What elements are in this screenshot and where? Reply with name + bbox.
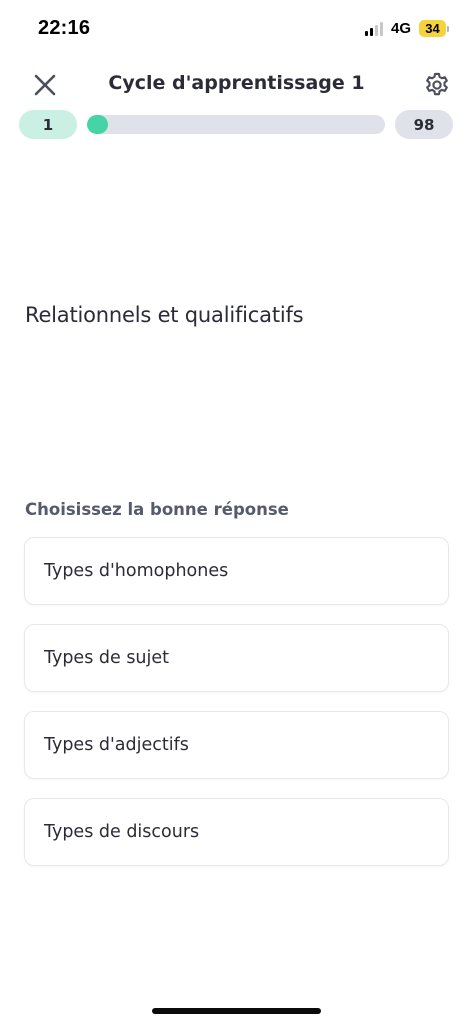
- question-instruction: Choisissez la bonne réponse: [25, 500, 289, 519]
- answer-option[interactable]: Types de discours: [24, 798, 449, 866]
- signal-strength-icon: [364, 21, 383, 36]
- header: Cycle d'apprentissage 1: [0, 62, 473, 106]
- page-title: Cycle d'apprentissage 1: [108, 72, 365, 94]
- progress-row: 1 98: [19, 110, 453, 139]
- progress-total-count: 98: [395, 110, 453, 139]
- answer-option[interactable]: Types de sujet: [24, 624, 449, 692]
- gear-icon: [426, 72, 448, 96]
- question-prompt: Relationnels et qualificatifs: [25, 303, 304, 327]
- answer-options: Types d'homophones Types de sujet Types …: [24, 537, 449, 866]
- battery-level: 34: [419, 20, 446, 37]
- battery-icon: 34: [419, 20, 449, 37]
- answer-option[interactable]: Types d'adjectifs: [24, 711, 449, 779]
- progress-bar-fill: [87, 115, 108, 134]
- progress-bar: [87, 115, 385, 134]
- settings-button[interactable]: [421, 69, 453, 101]
- progress-current-count: 1: [19, 110, 77, 139]
- home-indicator[interactable]: [152, 1008, 321, 1014]
- status-time: 22:16: [38, 17, 91, 39]
- status-bar: 22:16 4G 34: [0, 0, 473, 60]
- status-indicators: 4G 34: [364, 20, 449, 37]
- answer-option[interactable]: Types d'homophones: [24, 537, 449, 605]
- network-type: 4G: [390, 20, 411, 37]
